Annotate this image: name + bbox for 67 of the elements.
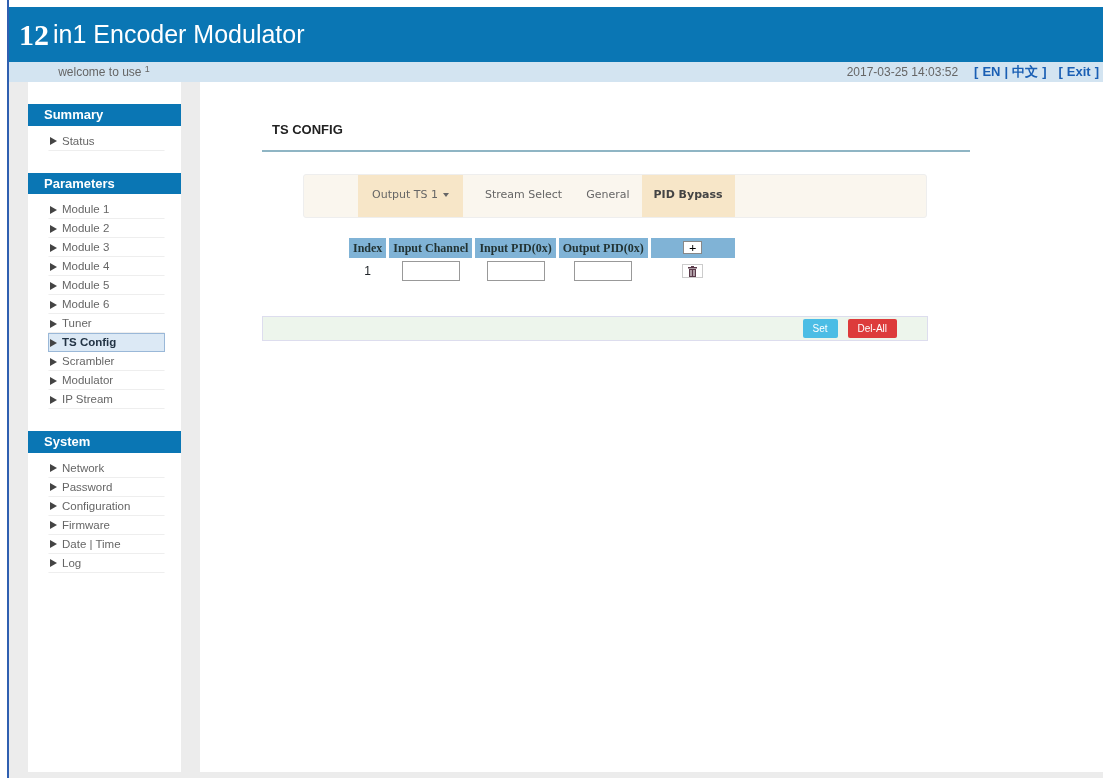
add-button[interactable]: + bbox=[683, 240, 703, 254]
input-field[interactable] bbox=[486, 260, 545, 281]
sidebar-item[interactable]: Log bbox=[48, 553, 165, 573]
header-link[interactable]: Exit bbox=[1066, 62, 1091, 82]
delete-all-button[interactable]: Del-All bbox=[847, 318, 897, 338]
input-field[interactable] bbox=[401, 260, 460, 281]
triangle-icon bbox=[50, 137, 57, 146]
column-header: Index bbox=[349, 237, 387, 258]
triangle-icon bbox=[50, 464, 57, 473]
welcome-text: welcome to use $^{1}$ bbox=[57, 63, 151, 81]
index-cell: 1 bbox=[364, 263, 371, 278]
sidebar-item[interactable]: Modulator bbox=[48, 371, 165, 390]
triangle-icon bbox=[50, 205, 57, 214]
tab[interactable]: Stream Select bbox=[472, 174, 575, 217]
app-title: in1 Encoder Modulator bbox=[53, 18, 305, 50]
separator: | bbox=[1004, 63, 1009, 82]
triangle-icon bbox=[50, 502, 57, 511]
tab[interactable]: PID Bypass bbox=[641, 174, 735, 217]
bracket: ] bbox=[1094, 63, 1099, 82]
triangle-icon bbox=[50, 338, 57, 347]
triangle-icon bbox=[50, 483, 57, 492]
triangle-icon bbox=[50, 224, 57, 233]
column-header: Input Channel bbox=[389, 237, 473, 258]
triangle-icon bbox=[50, 300, 57, 309]
sidebar-item[interactable]: Date | Time bbox=[48, 534, 165, 554]
input-field[interactable] bbox=[574, 260, 633, 281]
sidebar-item[interactable]: IP Stream bbox=[48, 390, 165, 409]
sidebar-item[interactable]: Configuration bbox=[48, 496, 165, 516]
sidebar-item[interactable]: Firmware bbox=[48, 515, 165, 535]
date-time: 2017-03-25 14:03:52 bbox=[846, 64, 959, 81]
triangle-icon bbox=[50, 281, 57, 290]
triangle-icon bbox=[50, 319, 57, 328]
section-heading: Parameters bbox=[28, 172, 181, 194]
header-link[interactable]: 中文 bbox=[1012, 62, 1039, 82]
sidebar-item[interactable]: Module 6 bbox=[48, 295, 165, 314]
trash-icon bbox=[688, 265, 698, 277]
header-link[interactable]: EN bbox=[982, 62, 1001, 82]
sidebar-item[interactable]: Module 5 bbox=[48, 276, 165, 295]
column-header: Input PID(0x) bbox=[475, 237, 556, 258]
dropdown-tab[interactable]: Output TS 1 bbox=[358, 174, 463, 217]
column-header: Output PID(0x) bbox=[558, 237, 648, 258]
sidebar-item[interactable]: Status bbox=[48, 131, 165, 151]
sidebar-item[interactable]: Module 3 bbox=[48, 238, 165, 257]
triangle-icon bbox=[50, 521, 57, 530]
triangle-icon bbox=[50, 395, 57, 404]
triangle-icon bbox=[50, 243, 57, 252]
triangle-icon bbox=[50, 376, 57, 385]
bracket: [ bbox=[974, 63, 979, 82]
sidebar-item[interactable]: Module 2 bbox=[48, 219, 165, 238]
triangle-icon bbox=[50, 540, 57, 549]
sidebar-item[interactable]: Network bbox=[48, 458, 165, 478]
delete-button[interactable] bbox=[682, 263, 704, 278]
sidebar-item[interactable]: Scrambler bbox=[48, 352, 165, 371]
section-heading: Summary bbox=[28, 104, 181, 126]
sidebar-item[interactable]: Module 4 bbox=[48, 257, 165, 276]
sidebar-item[interactable]: Module 1 bbox=[48, 200, 165, 219]
tab[interactable]: General bbox=[574, 174, 642, 217]
triangle-icon bbox=[50, 357, 57, 366]
bracket: ] bbox=[1042, 63, 1047, 82]
sidebar-item[interactable]: TS Config bbox=[48, 333, 165, 352]
sidebar-item[interactable]: Password bbox=[48, 477, 165, 497]
bracket: [ bbox=[1058, 63, 1063, 82]
section-heading: System bbox=[28, 431, 181, 453]
title-number: 12 bbox=[19, 17, 49, 53]
triangle-icon bbox=[50, 559, 57, 568]
page-title: TS CONFIG bbox=[262, 120, 970, 152]
triangle-icon bbox=[50, 262, 57, 271]
